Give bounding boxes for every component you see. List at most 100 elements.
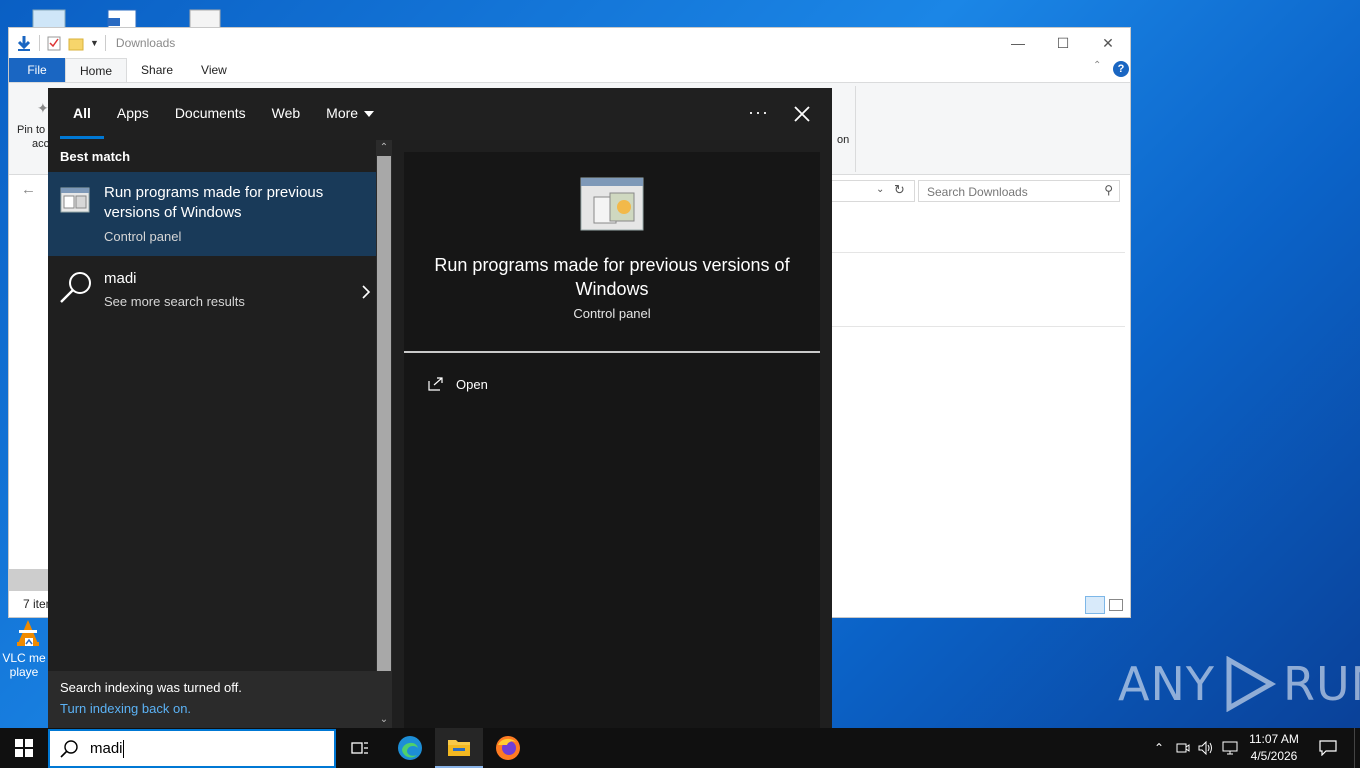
tab-view[interactable]: View — [187, 58, 241, 82]
meet-now-icon[interactable] — [1174, 728, 1192, 768]
program-compatibility-large-icon — [580, 177, 644, 231]
help-icon[interactable]: ? — [1113, 61, 1129, 77]
detail-subtitle: Control panel — [573, 306, 651, 321]
close-icon[interactable] — [788, 100, 816, 128]
edge-taskbar-button[interactable] — [386, 728, 434, 768]
best-match-result[interactable]: Run programs made for previous versions … — [48, 172, 376, 256]
web-result-title: madi — [104, 270, 137, 287]
scrollbar-thumb[interactable] — [377, 156, 391, 671]
tab-file[interactable]: File — [9, 58, 65, 82]
large-icons-view-icon[interactable] — [1109, 599, 1123, 611]
taskbar: madi ⌃ 11:07 AM 4/5/2026 — [0, 728, 1360, 768]
system-clock[interactable]: 11:07 AM 4/5/2026 — [1242, 731, 1306, 765]
ribbon-partial-label: on — [837, 134, 850, 146]
search-query: madi — [90, 740, 123, 757]
start-button[interactable] — [0, 728, 48, 768]
web-search-result[interactable]: madi See more search results — [48, 256, 376, 318]
results-scrollbar[interactable]: ⌃ ⌄ — [376, 140, 392, 728]
explorer-search-placeholder: Search Downloads — [927, 185, 1028, 199]
show-hidden-icons-button[interactable]: ⌃ — [1150, 728, 1168, 768]
search-panel: All Apps Documents Web More ··· Best mat… — [48, 88, 832, 728]
network-icon[interactable] — [1220, 728, 1240, 768]
new-folder-icon[interactable] — [68, 35, 84, 51]
tab-documents[interactable]: Documents — [162, 88, 259, 140]
desktop-icon-top-1[interactable] — [14, 6, 84, 29]
document-icon — [107, 9, 137, 29]
indexing-notice: Search indexing was turned off. Turn ind… — [48, 671, 376, 728]
task-view-icon — [351, 742, 368, 754]
clock-date: 4/5/2026 — [1250, 749, 1298, 763]
file-icon — [189, 9, 221, 29]
chevron-right-icon[interactable] — [361, 285, 371, 299]
explorer-titlebar[interactable]: ▼ Downloads — ☐ ✕ — [9, 28, 1130, 58]
open-icon — [428, 377, 443, 391]
turn-indexing-on-link[interactable]: Turn indexing back on. — [60, 701, 364, 716]
address-bar-end[interactable]: ⌄ ↻ — [831, 180, 915, 202]
chevron-down-icon — [364, 111, 375, 118]
explorer-search-input[interactable]: Search Downloads ⚲ — [918, 180, 1120, 202]
indexing-off-text: Search indexing was turned off. — [60, 680, 242, 695]
best-match-heading: Best match — [60, 149, 131, 164]
tab-home[interactable]: Home — [65, 58, 128, 82]
notification-center-button[interactable] — [1314, 728, 1342, 768]
tab-more-label: More — [326, 105, 359, 121]
volume-icon[interactable] — [1196, 728, 1216, 768]
address-dropdown-icon[interactable]: ⌄ — [876, 184, 884, 195]
properties-icon[interactable] — [46, 35, 62, 51]
anyrun-watermark: ANY RUN — [1118, 656, 1360, 712]
minimize-button[interactable]: — — [995, 28, 1041, 58]
play-logo-icon — [1226, 656, 1277, 712]
search-tabs: All Apps Documents Web More ··· — [48, 88, 832, 140]
firefox-icon — [496, 736, 520, 760]
clock-time: 11:07 AM — [1249, 732, 1299, 746]
pin-icon[interactable]: ✦ — [37, 100, 49, 117]
best-match-subtitle: Control panel — [104, 229, 182, 244]
refresh-icon[interactable]: ↻ — [894, 182, 905, 198]
tab-more[interactable]: More — [313, 88, 387, 140]
search-icon — [60, 272, 91, 303]
desktop-icon-vlc[interactable]: VLC me playe — [0, 618, 48, 679]
window-title: Downloads — [115, 36, 176, 50]
open-label: Open — [456, 376, 488, 392]
edge-icon — [398, 736, 422, 760]
tab-apps[interactable]: Apps — [104, 88, 162, 140]
vlc-icon — [17, 620, 39, 646]
more-options-button[interactable]: ··· — [748, 88, 769, 140]
best-match-title: Run programs made for previous versions … — [104, 184, 324, 221]
firefox-taskbar-button[interactable] — [484, 728, 532, 768]
search-icon — [60, 739, 78, 758]
windows-logo-icon — [15, 739, 33, 757]
file-explorer-taskbar-button[interactable] — [435, 728, 483, 768]
quick-access-toolbar: ▼ Downloads — [9, 34, 175, 52]
desktop-icon-top-3[interactable] — [170, 8, 240, 29]
tab-all[interactable]: All — [60, 88, 104, 140]
ribbon-tabs: File Home Share View ⌃ ? — [9, 58, 1130, 82]
maximize-button[interactable]: ☐ — [1040, 28, 1086, 58]
recycle-bin-icon — [32, 9, 66, 29]
tab-web[interactable]: Web — [259, 88, 314, 140]
desktop-icon-top-2[interactable] — [88, 8, 158, 29]
taskbar-search-input[interactable]: madi — [48, 729, 336, 768]
scroll-down-icon[interactable]: ⌄ — [376, 712, 392, 728]
show-desktop-button[interactable] — [1354, 728, 1360, 768]
scroll-up-icon[interactable]: ⌃ — [376, 140, 392, 156]
ribbon-pin-label: Pin to — [17, 124, 46, 136]
qat-dropdown-icon[interactable]: ▼ — [90, 38, 99, 48]
notification-icon — [1319, 740, 1337, 756]
close-window-button[interactable]: ✕ — [1085, 28, 1131, 58]
detail-divider — [404, 351, 820, 353]
download-arrow-icon[interactable] — [15, 34, 33, 52]
ribbon-pin-label-2: acc — [32, 138, 50, 150]
watermark-left: ANY — [1118, 657, 1215, 711]
result-detail-pane: Run programs made for previous versions … — [404, 152, 820, 728]
collapse-ribbon-icon[interactable]: ⌃ — [1093, 60, 1101, 71]
tab-share[interactable]: Share — [127, 58, 187, 82]
web-result-subtitle: See more search results — [104, 294, 245, 309]
open-action[interactable]: Open — [428, 372, 488, 396]
detail-title: Run programs made for previous versions … — [434, 255, 790, 299]
folder-icon — [448, 740, 470, 756]
back-arrow-icon[interactable]: ← — [21, 181, 36, 198]
task-view-button[interactable] — [336, 728, 384, 768]
details-view-icon[interactable] — [1085, 596, 1105, 614]
vlc-label-line1: VLC me — [2, 651, 46, 665]
